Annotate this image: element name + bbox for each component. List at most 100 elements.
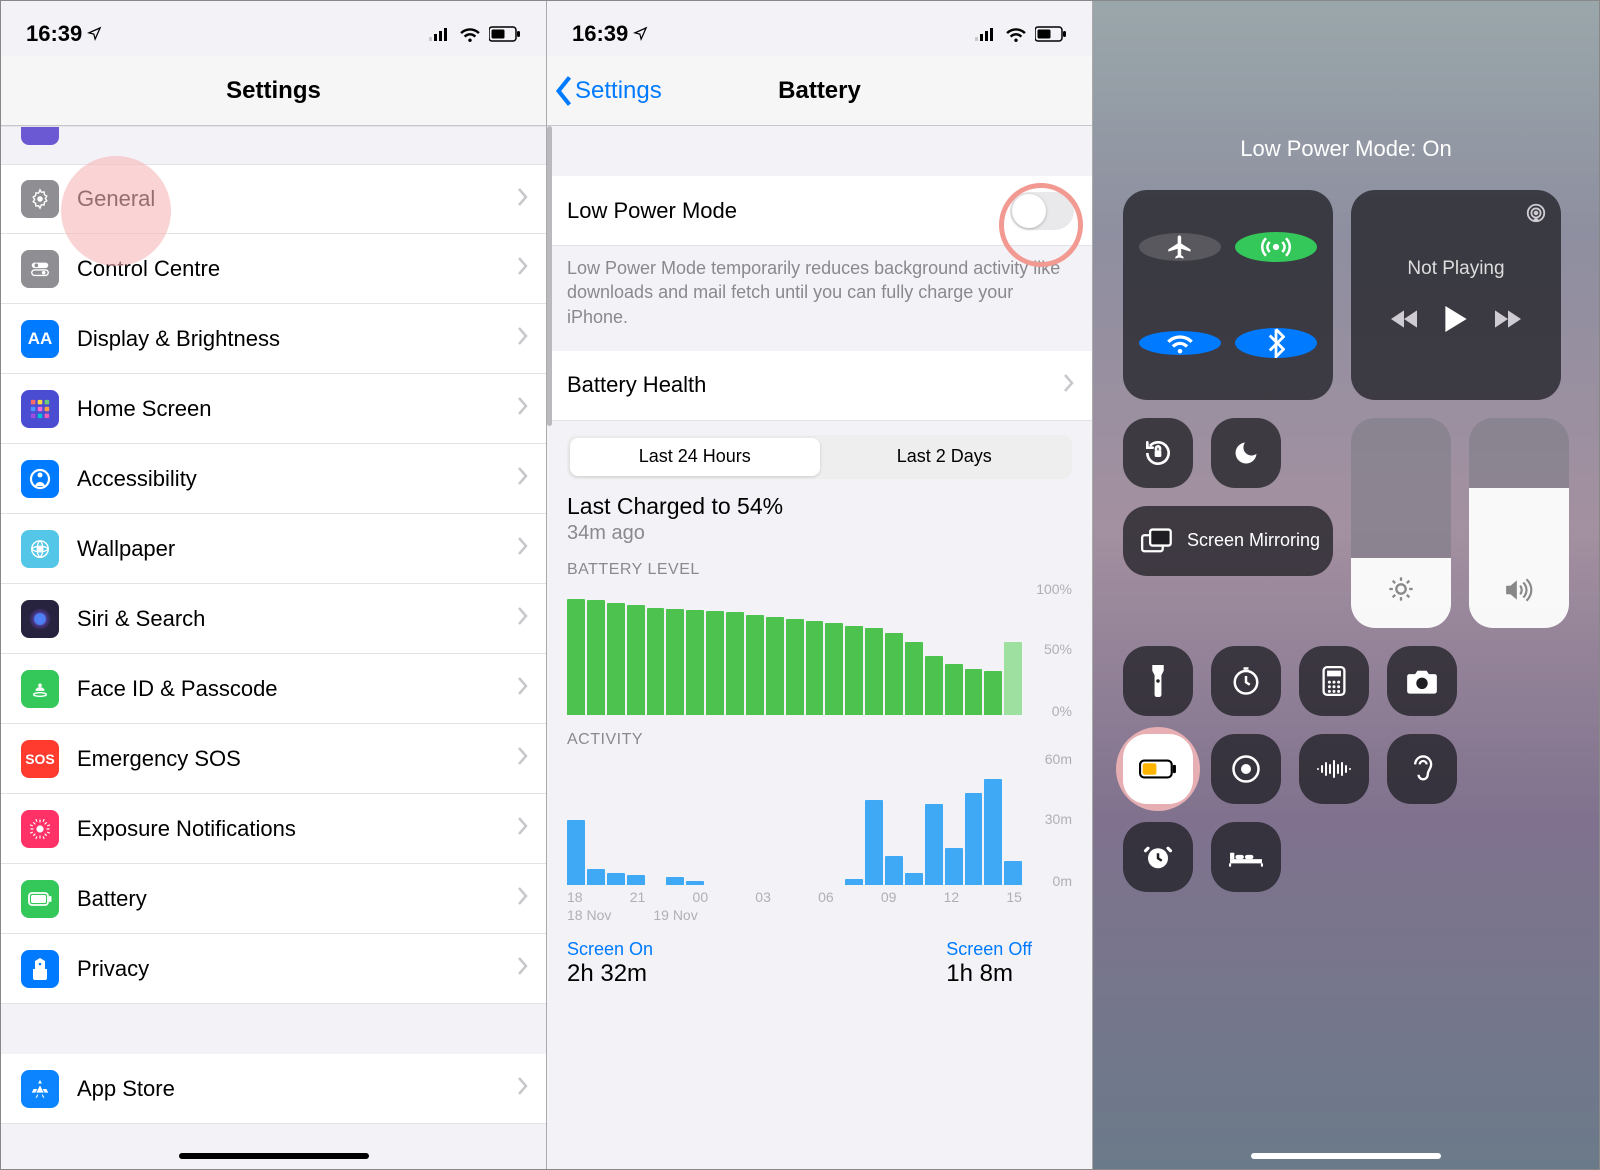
status-time: 16:39	[572, 21, 628, 47]
nav-bar: Settings	[1, 56, 546, 126]
row-label: Wallpaper	[77, 536, 175, 562]
row-label: Accessibility	[77, 466, 197, 492]
chevron-icon	[518, 467, 528, 490]
chevron-icon	[518, 677, 528, 700]
low-power-description: Low Power Mode temporarily reduces backg…	[547, 246, 1092, 351]
screen-stats: Screen On 2h 32m Screen Off 1h 8m	[547, 923, 1092, 988]
chevron-icon	[518, 257, 528, 280]
row-label: Battery	[77, 886, 147, 912]
airplane-button[interactable]	[1139, 233, 1221, 261]
hearing-button[interactable]	[1387, 734, 1457, 804]
sidebar-item-accessibility[interactable]: Accessibility	[1, 444, 546, 514]
battery-level-chart: 100% 50% 0%	[567, 585, 1072, 715]
sidebar-item-privacy[interactable]: Privacy	[1, 934, 546, 1004]
row-label: Low Power Mode	[567, 198, 737, 224]
time-segment[interactable]: Last 24 Hours Last 2 Days	[567, 435, 1072, 479]
highlight-toggle	[999, 183, 1083, 267]
row-icon	[21, 460, 59, 498]
status-time: 16:39	[26, 21, 82, 47]
seg-2d[interactable]: Last 2 Days	[820, 438, 1070, 476]
battery-level-header: BATTERY LEVEL	[547, 545, 1092, 585]
row-label: Face ID & Passcode	[77, 676, 278, 702]
cellular-icon	[429, 27, 451, 41]
camera-button[interactable]	[1387, 646, 1457, 716]
status-bar: 16:39	[547, 1, 1092, 56]
last-charged-sub: 34m ago	[567, 522, 1072, 545]
chart-xaxis: 1821000306091215	[567, 889, 1022, 905]
sidebar-item-emergency-sos[interactable]: SOS Emergency SOS	[1, 724, 546, 794]
sidebar-item-home-screen[interactable]: Home Screen	[1, 374, 546, 444]
row-icon	[21, 950, 59, 988]
chevron-icon	[518, 327, 528, 350]
sleep-button[interactable]	[1211, 822, 1281, 892]
low-power-mode-button[interactable]	[1123, 734, 1193, 804]
highlight-general	[61, 156, 171, 266]
row-icon	[21, 880, 59, 918]
row-icon	[21, 250, 59, 288]
partial-row[interactable]	[1, 126, 546, 148]
screen-mirroring-button[interactable]: Screen Mirroring	[1123, 506, 1333, 576]
screen-off-value: 1h 8m	[946, 960, 1032, 988]
bluetooth-button[interactable]	[1235, 328, 1317, 358]
wifi-button[interactable]	[1139, 331, 1221, 355]
voice-memo-button[interactable]	[1299, 734, 1369, 804]
page-title: Battery	[778, 77, 861, 105]
partial-icon	[21, 127, 59, 145]
status-bar: 16:39	[1, 1, 546, 56]
chevron-icon	[518, 747, 528, 770]
sidebar-item-face-id-passcode[interactable]: Face ID & Passcode	[1, 654, 546, 724]
cc-grid: Not Playing Screen Mirroring	[1093, 190, 1599, 892]
sidebar-item-battery[interactable]: Battery	[1, 864, 546, 934]
screen-record-button[interactable]	[1211, 734, 1281, 804]
sidebar-item-wallpaper[interactable]: Wallpaper	[1, 514, 546, 584]
home-indicator[interactable]	[179, 1153, 369, 1159]
row-icon	[21, 670, 59, 708]
wifi-icon	[459, 26, 481, 42]
row-label: Exposure Notifications	[77, 816, 296, 842]
battery-icon	[489, 26, 521, 42]
row-label: Emergency SOS	[77, 746, 241, 772]
home-indicator[interactable]	[1251, 1153, 1441, 1159]
row-icon: SOS	[21, 740, 59, 778]
media-tile[interactable]: Not Playing	[1351, 190, 1561, 400]
chevron-icon	[518, 537, 528, 560]
status-indicators	[975, 26, 1067, 42]
cellular-button[interactable]	[1235, 232, 1317, 262]
back-button[interactable]: Settings	[555, 56, 662, 125]
sidebar-item-display-brightness[interactable]: AA Display & Brightness	[1, 304, 546, 374]
activity-chart: 60m 30m 0m	[567, 755, 1072, 885]
row-icon	[21, 180, 59, 218]
chart-dates: 18 Nov 19 Nov	[567, 907, 1072, 923]
chevron-icon	[1064, 374, 1074, 397]
location-icon	[87, 21, 102, 47]
row-label: Privacy	[77, 956, 149, 982]
play-button[interactable]	[1445, 306, 1467, 332]
flashlight-button[interactable]	[1123, 646, 1193, 716]
prev-button[interactable]	[1391, 310, 1417, 328]
volume-icon	[1504, 577, 1534, 608]
screen-on-value: 2h 32m	[567, 960, 653, 988]
dnd-button[interactable]	[1211, 418, 1281, 488]
alarm-button[interactable]	[1123, 822, 1193, 892]
chevron-icon	[518, 957, 528, 980]
sidebar-item-appstore[interactable]: App Store	[1, 1054, 546, 1124]
last-charged-title: Last Charged to 54%	[567, 493, 1072, 520]
airplay-icon[interactable]	[1525, 202, 1547, 224]
scroll-indicator	[547, 126, 552, 426]
back-label: Settings	[575, 77, 662, 105]
connectivity-tile[interactable]	[1123, 190, 1333, 400]
chevron-icon	[518, 188, 528, 211]
calculator-button[interactable]	[1299, 646, 1369, 716]
sidebar-item-siri-search[interactable]: Siri & Search	[1, 584, 546, 654]
timer-button[interactable]	[1211, 646, 1281, 716]
page-title: Settings	[226, 77, 321, 105]
brightness-slider[interactable]	[1351, 418, 1451, 628]
volume-slider[interactable]	[1469, 418, 1569, 628]
orientation-lock-button[interactable]	[1123, 418, 1193, 488]
battery-health-row[interactable]: Battery Health	[547, 351, 1092, 421]
screen-off-title: Screen Off	[946, 939, 1032, 960]
row-label: App Store	[77, 1076, 175, 1102]
next-button[interactable]	[1495, 310, 1521, 328]
seg-24h[interactable]: Last 24 Hours	[570, 438, 820, 476]
sidebar-item-exposure-notifications[interactable]: Exposure Notifications	[1, 794, 546, 864]
